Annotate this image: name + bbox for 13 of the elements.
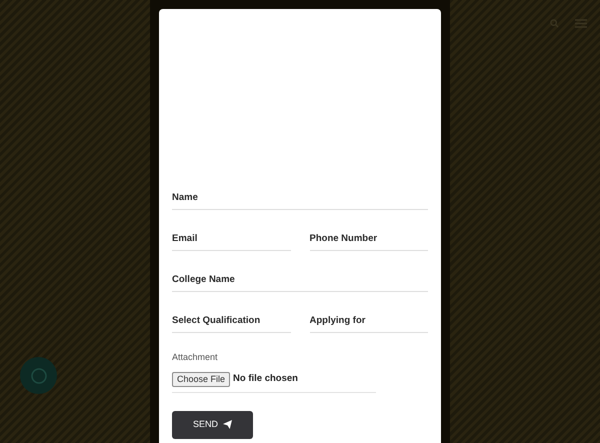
- input-field[interactable]: Applying for: [310, 309, 428, 333]
- file-status: No file chosen: [233, 372, 298, 386]
- input-field[interactable]: Phone Number: [310, 227, 428, 251]
- input-field[interactable]: Select Qualification: [172, 309, 290, 333]
- attachment-label: Attachment: [172, 351, 219, 364]
- paper-plane-icon: [223, 420, 232, 429]
- input-field[interactable]: College Name: [172, 268, 428, 292]
- send-button[interactable]: SEND: [172, 410, 253, 438]
- search-icon[interactable]: [550, 19, 559, 28]
- input-field[interactable]: Name: [172, 186, 428, 210]
- choose-file-button[interactable]: Choose File: [172, 372, 230, 386]
- menu-icon[interactable]: [575, 19, 587, 28]
- input-field[interactable]: Email: [172, 227, 290, 251]
